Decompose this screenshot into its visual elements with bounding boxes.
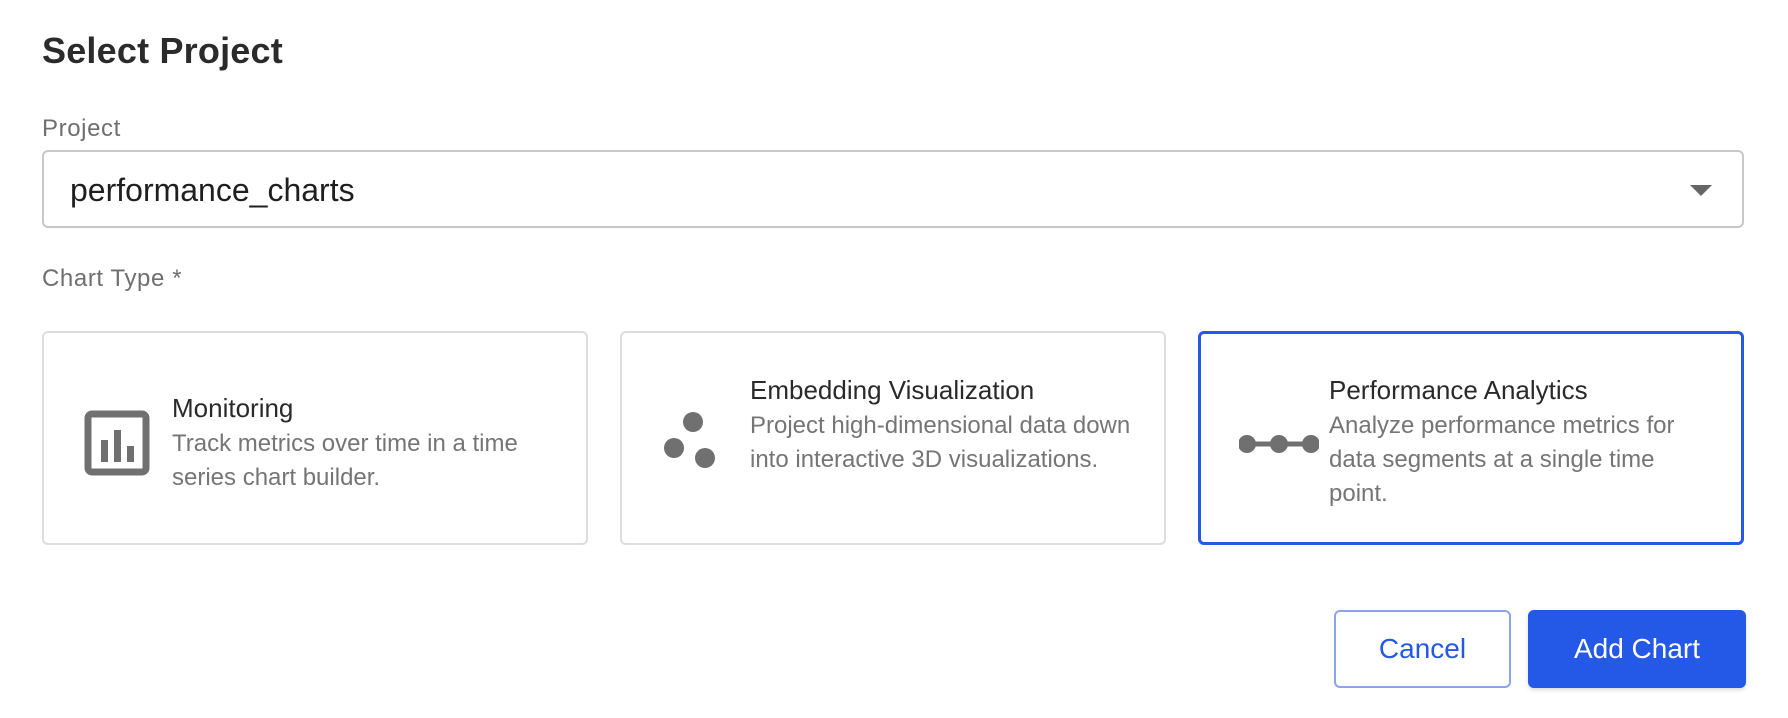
chart-type-option-monitoring[interactable]: Monitoring Track metrics over time in a … — [42, 331, 588, 545]
card-text: Performance Analytics Analyze performanc… — [1329, 373, 1717, 511]
project-label: Project — [42, 115, 121, 142]
cancel-button[interactable]: Cancel — [1334, 610, 1511, 688]
bar-chart-icon — [84, 410, 150, 476]
add-chart-button[interactable]: Add Chart — [1528, 610, 1746, 688]
card-description: Track metrics over time in a time series… — [172, 430, 518, 491]
scatter-dots-icon — [664, 412, 715, 468]
card-title: Embedding Visualization — [750, 375, 1035, 405]
card-description: Project high-dimensional data down into … — [750, 412, 1131, 473]
chart-type-option-performance-analytics[interactable]: Performance Analytics Analyze performanc… — [1198, 331, 1744, 545]
chevron-down-icon — [1690, 185, 1712, 196]
connected-dots-icon — [1239, 435, 1319, 453]
chart-type-option-embedding-visualization[interactable]: Embedding Visualization Project high-dim… — [620, 331, 1166, 545]
select-project-dialog: Select Project Project performance_chart… — [0, 0, 1788, 718]
card-text: Embedding Visualization Project high-dim… — [750, 373, 1140, 477]
project-select-value: performance_charts — [70, 172, 355, 208]
card-text: Monitoring Track metrics over time in a … — [172, 391, 562, 495]
card-description: Analyze performance metrics for data seg… — [1329, 412, 1675, 507]
card-title: Monitoring — [172, 393, 294, 423]
card-title: Performance Analytics — [1329, 375, 1588, 405]
dialog-title: Select Project — [42, 30, 283, 71]
chart-type-label: Chart Type * — [42, 265, 183, 292]
project-select[interactable]: performance_charts — [42, 150, 1744, 228]
